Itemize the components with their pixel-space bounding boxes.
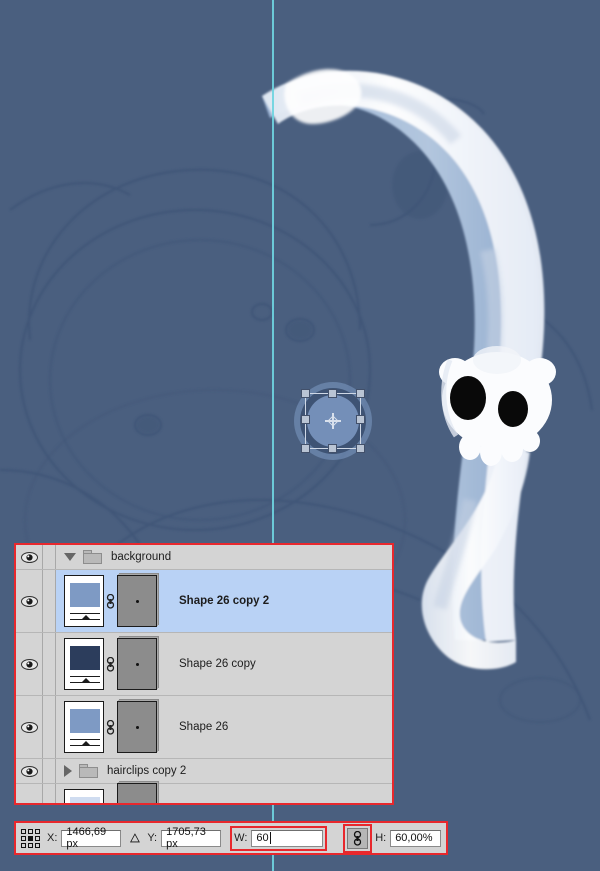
- handle-middle-right[interactable]: [356, 415, 365, 424]
- eye-icon: [20, 551, 38, 563]
- handle-bottom-center[interactable]: [328, 444, 337, 453]
- width-input[interactable]: 60: [251, 829, 324, 847]
- thumbnail-image: [70, 796, 100, 803]
- thumbnail-footer: [70, 613, 100, 620]
- y-label: Y:: [147, 832, 158, 844]
- chain-link-icon: [354, 830, 362, 846]
- eye-icon: [20, 595, 38, 607]
- width-field-highlight: W: 60: [230, 825, 328, 851]
- layer-mask-link-icon[interactable]: [104, 656, 117, 672]
- visibility-toggle[interactable]: [16, 545, 43, 569]
- handle-top-right[interactable]: [356, 389, 365, 398]
- link-column: [43, 784, 56, 803]
- handle-bottom-left[interactable]: [301, 444, 310, 453]
- layer-mask-thumbnail[interactable]: [117, 575, 157, 627]
- chain-link-icon: [106, 593, 115, 609]
- height-input[interactable]: 60,00%: [390, 829, 441, 847]
- group-name: background: [111, 551, 172, 563]
- link-column: [43, 696, 56, 758]
- group-name: hairclips copy 2: [107, 765, 187, 777]
- chain-link-icon: [106, 656, 115, 672]
- link-column: [43, 570, 56, 632]
- y-input[interactable]: 1705,73 px: [161, 826, 222, 850]
- visibility-toggle[interactable]: [16, 570, 43, 632]
- x-label: X:: [47, 832, 58, 844]
- link-column: [43, 545, 56, 569]
- link-button-highlight: [343, 823, 373, 853]
- handle-middle-left[interactable]: [301, 415, 310, 424]
- layer-row-group-hairclips-copy-2[interactable]: hairclips copy 2: [16, 759, 392, 784]
- skull-left-eye: [450, 376, 486, 420]
- layer-thumbnail[interactable]: [64, 638, 104, 690]
- handle-top-center[interactable]: [328, 389, 337, 398]
- layer-row-shape-26-copy-2[interactable]: Shape 26 copy 2: [16, 570, 392, 633]
- visibility-toggle[interactable]: [16, 759, 43, 783]
- mask-content-dot: [135, 599, 139, 603]
- mask-content-dot: [135, 725, 139, 729]
- layer-row-shape-26[interactable]: Shape 26: [16, 696, 392, 759]
- w-label: W:: [234, 832, 248, 844]
- link-column: [43, 759, 56, 783]
- visibility-toggle[interactable]: [16, 696, 43, 758]
- layer-mask-link-icon[interactable]: [104, 593, 117, 609]
- layer-name[interactable]: Shape 26 copy 2: [179, 595, 269, 607]
- h-value: 60,00%: [395, 832, 433, 844]
- y-value: 1705,73 px: [166, 826, 206, 850]
- relative-position-triangle-icon[interactable]: [130, 831, 141, 845]
- thumbnail-image: [70, 709, 100, 733]
- transform-options-bar[interactable]: X: 1466,69 px Y: 1705,73 px W: 60 H: 60,…: [14, 821, 448, 855]
- handle-bottom-right[interactable]: [356, 444, 365, 453]
- thumbnail-image: [70, 646, 100, 670]
- folder-icon: [79, 764, 98, 778]
- x-input[interactable]: 1466,69 px: [61, 826, 122, 850]
- handle-top-left[interactable]: [301, 389, 310, 398]
- skull-right-eye: [498, 391, 528, 427]
- link-column: [43, 633, 56, 695]
- h-label: H:: [375, 832, 387, 844]
- layer-mask-thumbnail[interactable]: [117, 701, 157, 753]
- reference-point-grid-icon[interactable]: [21, 828, 40, 848]
- thumbnail-footer: [70, 676, 100, 683]
- visibility-toggle[interactable]: [16, 784, 43, 803]
- layer-mask-thumbnail[interactable]: [117, 638, 157, 690]
- layer-row-group-background[interactable]: background: [16, 545, 392, 570]
- layer-mask-link-icon[interactable]: [104, 719, 117, 735]
- layer-row-partial[interactable]: [16, 782, 392, 803]
- layer-name[interactable]: Shape 26 copy: [179, 658, 256, 670]
- thumbnail-image: [70, 583, 100, 607]
- visibility-toggle[interactable]: [16, 633, 43, 695]
- mask-content-dot: [135, 662, 139, 666]
- layer-thumbnail[interactable]: [64, 701, 104, 753]
- text-cursor: [269, 832, 271, 844]
- layer-mask-thumbnail[interactable]: [117, 782, 157, 803]
- layer-name[interactable]: Shape 26: [179, 721, 228, 733]
- eye-icon: [20, 721, 38, 733]
- chain-link-icon: [106, 719, 115, 735]
- eye-icon: [20, 765, 38, 777]
- folder-icon: [83, 550, 102, 564]
- maintain-aspect-ratio-button[interactable]: [347, 827, 369, 849]
- chevron-right-icon[interactable]: [64, 765, 72, 777]
- layer-thumbnail[interactable]: [64, 575, 104, 627]
- x-value: 1466,69 px: [66, 826, 107, 850]
- free-transform-bounding-box[interactable]: [294, 382, 372, 460]
- layers-panel[interactable]: background Shape 26 copy 2 Shape 26 copy…: [14, 543, 394, 805]
- w-value: 60: [256, 832, 269, 844]
- eye-icon: [20, 658, 38, 670]
- layer-row-shape-26-copy[interactable]: Shape 26 copy: [16, 633, 392, 696]
- chevron-down-icon[interactable]: [64, 553, 76, 561]
- layer-thumbnail[interactable]: [64, 788, 104, 803]
- thumbnail-footer: [70, 739, 100, 746]
